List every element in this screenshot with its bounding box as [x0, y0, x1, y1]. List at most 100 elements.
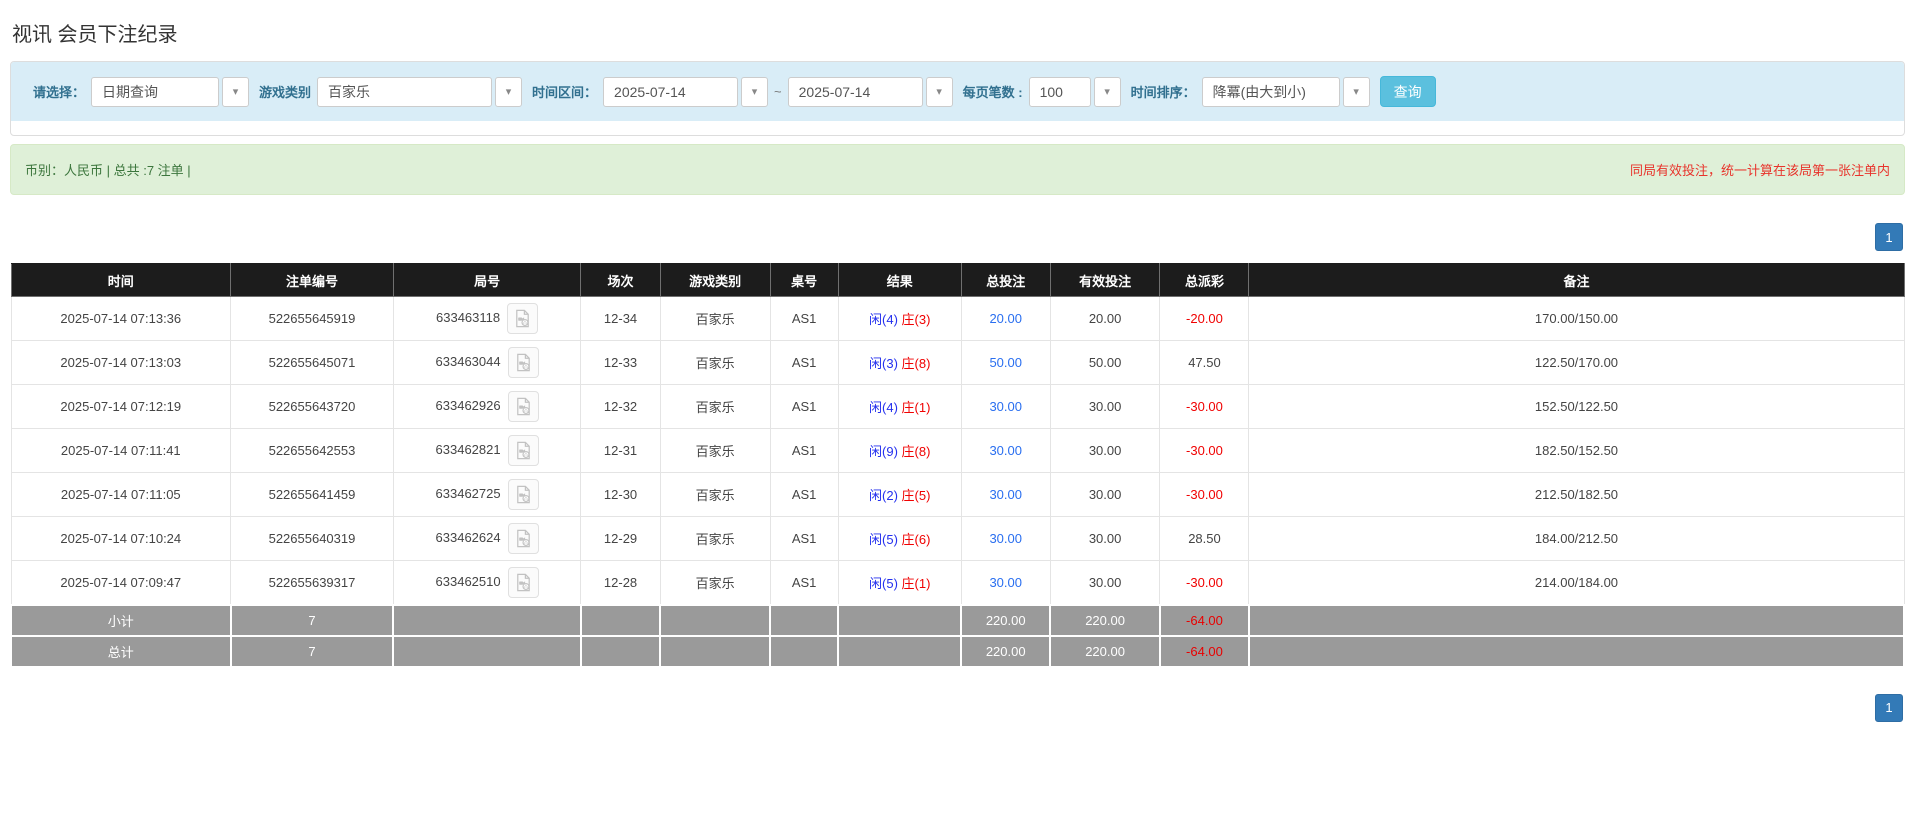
- video-replay-icon: [516, 485, 530, 504]
- cell-game-type: 百家乐: [659, 560, 771, 605]
- table-row: 2025-07-14 07:12:19 522655643720 6334629…: [10, 384, 1905, 429]
- header-valid-bet: 有效投注: [1049, 263, 1161, 297]
- chevron-down-icon[interactable]: ▾: [925, 76, 953, 107]
- subtotal-count: 7: [229, 603, 395, 637]
- subtotal-total-bet: 220.00: [960, 603, 1052, 637]
- cell-table-no: AS1: [769, 340, 839, 385]
- total-bet-link[interactable]: 30.00: [989, 443, 1022, 458]
- total-valid-bet: 220.00: [1049, 634, 1161, 668]
- header-payout: 总派彩: [1159, 263, 1250, 297]
- cell-game-type: 百家乐: [659, 428, 771, 473]
- cell-game-type: 百家乐: [659, 384, 771, 429]
- cell-total-bet: 50.00: [960, 340, 1051, 385]
- cell-round-id: 633462510: [392, 560, 582, 605]
- cell-round-id: 633463118: [392, 296, 582, 341]
- cell-table-no: AS1: [769, 472, 839, 517]
- total-row: 总计 7 220.00 220.00 -64.00: [10, 634, 1906, 668]
- time-sort-value: 降冪(由大到小): [1201, 76, 1340, 107]
- total-bet-link[interactable]: 30.00: [989, 487, 1022, 502]
- cell-result: 闲(9) 庄(8): [837, 428, 962, 473]
- cell-session: 12-32: [580, 384, 661, 429]
- video-replay-button[interactable]: [507, 566, 539, 598]
- total-bet-link[interactable]: 50.00: [989, 355, 1022, 370]
- cell-bet-id: 522655639317: [230, 560, 394, 605]
- cell-table-no: AS1: [769, 384, 839, 429]
- cell-table-no: AS1: [769, 428, 839, 473]
- header-bet-id: 注单编号: [230, 263, 394, 297]
- video-replay-icon: [516, 441, 530, 460]
- video-replay-icon: [516, 397, 530, 416]
- total-bet-link[interactable]: 20.00: [989, 311, 1022, 326]
- result-player: 闲(5): [869, 575, 898, 591]
- cell-payout: 28.50: [1159, 516, 1250, 561]
- cell-time: 2025-07-14 07:11:05: [10, 472, 232, 517]
- page-button-1[interactable]: 1: [1875, 693, 1903, 722]
- header-game-type: 游戏类别: [659, 263, 771, 297]
- chevron-down-icon[interactable]: ▾: [495, 76, 523, 107]
- cell-bet-id: 522655645071: [230, 340, 394, 385]
- date-from-value: 2025-07-14: [603, 76, 739, 107]
- query-type-select[interactable]: 日期查询 ▾: [91, 76, 250, 107]
- cell-total-bet: 20.00: [960, 296, 1051, 341]
- query-type-label: 请选择：: [33, 85, 86, 100]
- cell-session: 12-29: [580, 516, 661, 561]
- result-banker: 庄(6): [901, 532, 931, 547]
- game-type-select[interactable]: 百家乐 ▾: [317, 76, 523, 107]
- total-label: 总计: [10, 634, 232, 668]
- video-replay-button[interactable]: [507, 347, 539, 378]
- cell-valid-bet: 30.00: [1049, 384, 1161, 429]
- page: 视讯 会员下注纪录 请选择： 日期查询 ▾ 游戏类别 百家乐 ▾ 时间区间： 2…: [0, 0, 1915, 827]
- total-payout: -64.00: [1158, 634, 1250, 668]
- video-replay-icon: [516, 353, 530, 372]
- cell-valid-bet: 50.00: [1049, 340, 1161, 385]
- cell-total-bet: 30.00: [960, 516, 1051, 561]
- cell-session: 12-30: [580, 472, 661, 517]
- summary-bar: 币别：人民币 | 总共 :7 注单 | 同局有效投注，统一计算在该局第一张注单内: [10, 144, 1905, 195]
- cell-round-id: 633462821: [392, 428, 582, 473]
- total-bet-link[interactable]: 30.00: [989, 575, 1022, 590]
- video-replay-button[interactable]: [507, 479, 539, 510]
- table-row: 2025-07-14 07:13:36 522655645919 6334631…: [10, 296, 1905, 341]
- video-replay-button[interactable]: [507, 435, 539, 466]
- chevron-down-icon[interactable]: ▾: [1093, 76, 1121, 107]
- result-player: 闲(4): [869, 312, 898, 327]
- result-player: 闲(5): [869, 532, 898, 547]
- video-replay-icon: [516, 309, 529, 328]
- cell-result: 闲(5) 庄(6): [837, 516, 962, 561]
- date-to-picker[interactable]: 2025-07-14 ▾: [787, 76, 953, 107]
- subtotal-valid-bet: 220.00: [1049, 603, 1161, 637]
- cell-payout: -30.00: [1159, 428, 1250, 473]
- chevron-down-icon[interactable]: ▾: [1342, 76, 1370, 107]
- cell-payout: -30.00: [1159, 384, 1250, 429]
- chevron-down-icon[interactable]: ▾: [222, 76, 250, 107]
- page-size-label: 每页笔数 :: [962, 85, 1023, 100]
- video-replay-button[interactable]: [507, 303, 539, 334]
- same-round-note-text: 同局有效投注，统一计算在该局第一张注单内: [1629, 163, 1890, 178]
- video-replay-button[interactable]: [507, 523, 539, 554]
- cell-total-bet: 30.00: [960, 428, 1051, 473]
- cell-session: 12-31: [580, 428, 661, 473]
- video-replay-button[interactable]: [507, 391, 539, 422]
- total-bet-link[interactable]: 30.00: [989, 399, 1022, 414]
- cell-time: 2025-07-14 07:11:41: [10, 428, 232, 473]
- header-note: 备注: [1248, 263, 1905, 297]
- page-size-select[interactable]: 100 ▾: [1028, 76, 1121, 107]
- subtotal-payout: -64.00: [1158, 603, 1250, 637]
- cell-valid-bet: 30.00: [1049, 560, 1161, 605]
- page-button-1[interactable]: 1: [1875, 223, 1903, 251]
- cell-table-no: AS1: [769, 560, 839, 605]
- cell-result: 闲(4) 庄(1): [837, 384, 962, 429]
- cell-valid-bet: 20.00: [1049, 296, 1161, 341]
- cell-game-type: 百家乐: [659, 340, 771, 385]
- result-banker: 庄(5): [901, 488, 931, 503]
- date-from-picker[interactable]: 2025-07-14 ▾: [603, 76, 769, 107]
- result-banker: 庄(8): [901, 444, 931, 459]
- result-player: 闲(9): [869, 444, 898, 459]
- time-sort-select[interactable]: 降冪(由大到小) ▾: [1201, 76, 1370, 107]
- cell-payout: -30.00: [1159, 472, 1250, 517]
- chevron-down-icon[interactable]: ▾: [741, 76, 769, 107]
- total-bet-link[interactable]: 30.00: [989, 531, 1022, 546]
- search-button[interactable]: 查询: [1379, 76, 1436, 107]
- table-row: 2025-07-14 07:10:24 522655640319 6334626…: [10, 516, 1905, 561]
- subtotal-row: 小计 7 220.00 220.00 -64.00: [10, 603, 1906, 637]
